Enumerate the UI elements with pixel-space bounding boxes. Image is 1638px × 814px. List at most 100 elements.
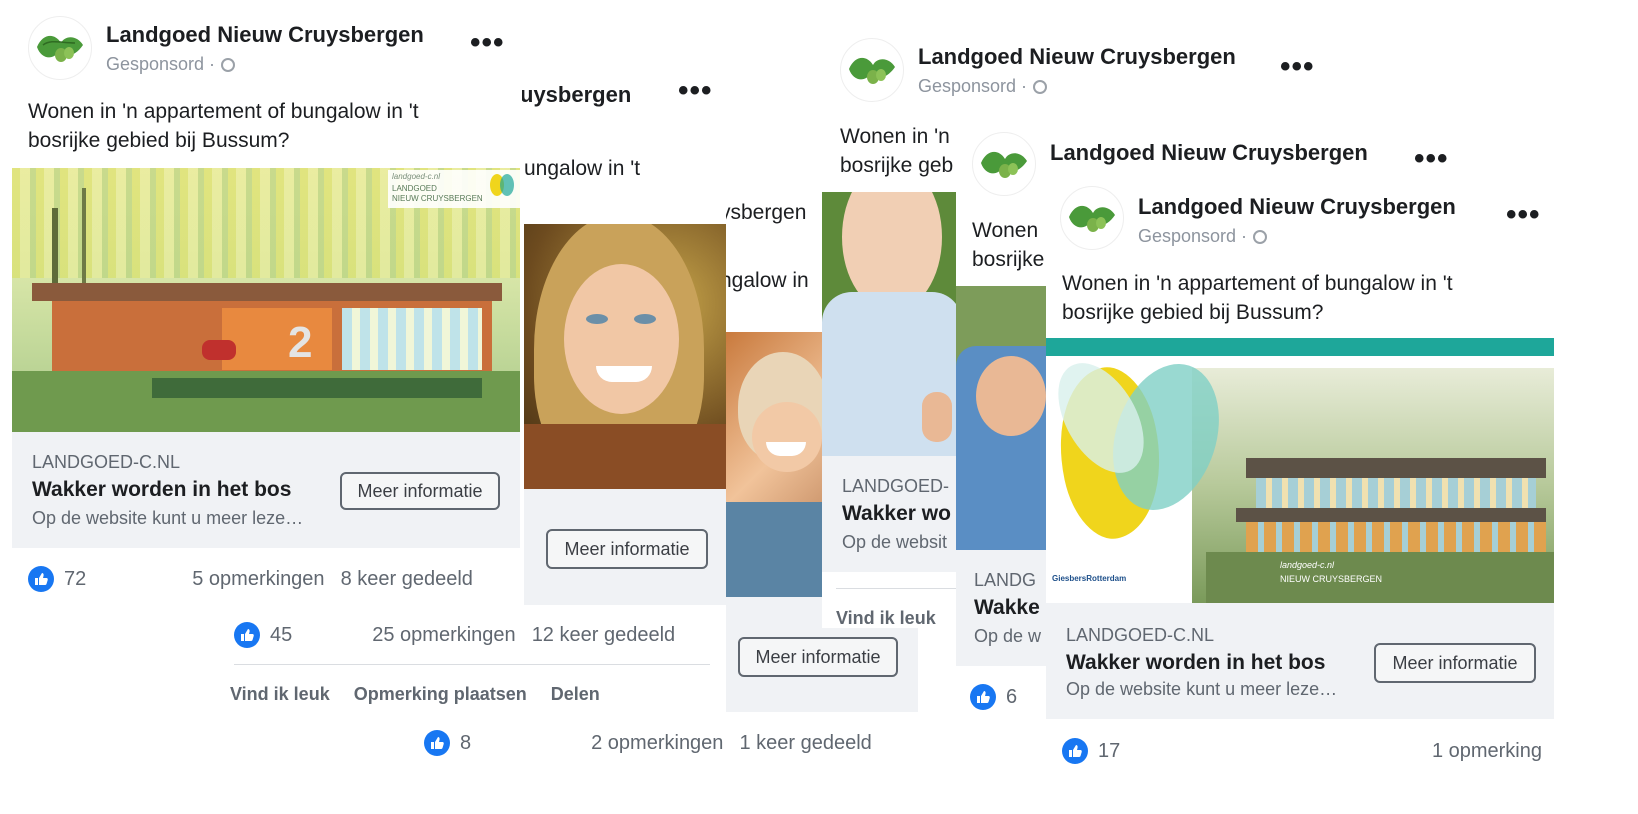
post-text-line-2: bosrijke geb (840, 154, 954, 177)
link-description: Op de websit (842, 532, 948, 552)
ad-image-bungalow-sketch[interactable]: 2 landgoed-c.nl LANDGOED NIEUW CRUYSBERG… (12, 168, 520, 432)
page-name[interactable]: Landgoed Nieuw Cruysbergen (918, 44, 1236, 70)
post-text-line-1: Wonen in 'n (840, 125, 950, 148)
more-info-button[interactable]: Meer informatie (738, 637, 898, 677)
comment-count[interactable]: 5 opmerkingen (192, 568, 324, 591)
post-text-line-1: Wonen in 'n appartement of bungalow in '… (1062, 272, 1453, 295)
post-text-fragment: Wonen in 'n bosrijke geb (840, 122, 953, 180)
post-text-line-2: bosrijke gebied bij Bussum? (1062, 301, 1324, 324)
link-domain: LANDGOED- (842, 476, 950, 496)
giesbers-logo: GiesbersRotterdam (1052, 574, 1127, 583)
link-description: Op de w (974, 626, 1042, 646)
sponsored-label: Gesponsord · (918, 76, 1236, 97)
post-text-line-2: bosrijke gebied bij Bussum? (28, 129, 290, 152)
more-options-icon[interactable]: ••• (470, 28, 505, 58)
more-options-icon[interactable]: ••• (1414, 144, 1449, 174)
link-preview[interactable]: LANDGOED-C.NL Wakker worden in het bos O… (1046, 603, 1554, 719)
oak-leaf-logo (1069, 205, 1115, 232)
sponsored-label: Gesponsord · (1138, 226, 1456, 247)
link-description: Op de website kunt u meer leze… (32, 508, 304, 528)
ad-image-man (822, 192, 962, 456)
post-text-line-2: bosrijke (972, 248, 1045, 271)
more-options-icon[interactable]: ••• (678, 76, 713, 106)
engagement-stats: 6 (970, 684, 1017, 710)
like-icon (424, 730, 450, 756)
logo-url: landgoed-c.nl (392, 172, 441, 181)
post-text-fragment: Wonen bosrijke (972, 216, 1044, 274)
like-count: 6 (1006, 685, 1018, 708)
link-description: Op de website kunt u meer leze… (1066, 679, 1338, 699)
ad-image-apartment-building[interactable]: GiesbersRotterdam landgoed-c.nl NIEUW CR… (1046, 338, 1554, 603)
globe-icon (221, 57, 236, 72)
avatar[interactable] (28, 16, 92, 80)
post-text-fragment: ysbergen (720, 201, 807, 224)
post-text: Wonen in 'n appartement of bungalow in '… (28, 97, 508, 155)
oak-leaf-logo (37, 35, 83, 62)
like-count: 8 (460, 731, 472, 754)
oak-leaf-logo (849, 57, 895, 84)
divider (836, 588, 962, 589)
page-name[interactable]: Landgoed Nieuw Cruysbergen (1050, 140, 1368, 166)
post-text-fragment: ungalow in 't (524, 157, 641, 180)
ad-image-man-2 (956, 286, 1046, 550)
comment-count[interactable]: 25 opmerkingen (372, 624, 515, 647)
action-bar: Vind ik leuk Opmerking plaatsen Delen (230, 684, 600, 705)
like-action[interactable]: Vind ik leuk (836, 608, 936, 628)
share-count[interactable]: 8 keer gedeeld (341, 568, 473, 591)
globe-icon (1033, 79, 1048, 94)
ad-image-woman (524, 224, 726, 489)
like-count: 72 (64, 567, 87, 590)
page-name-fragment: uysbergen (520, 82, 632, 107)
more-info-button[interactable]: Meer informatie (1374, 643, 1536, 683)
avatar[interactable] (972, 132, 1036, 196)
more-info-button[interactable]: Meer informatie (340, 472, 500, 510)
link-headline: Wakke (974, 596, 1040, 619)
page-name[interactable]: Landgoed Nieuw Cruysbergen (106, 22, 424, 48)
share-count[interactable]: 1 keer gedeeld (739, 732, 871, 755)
like-action[interactable]: Vind ik leuk (230, 684, 330, 705)
link-headline: Wakker worden in het bos (1066, 651, 1326, 674)
sponsored-text: Gesponsord · (1138, 226, 1248, 246)
avatar[interactable] (840, 38, 904, 102)
share-action[interactable]: Delen (551, 684, 600, 705)
engagement-stats: 45 25 opmerkingen 12 keer gedeeld (234, 622, 724, 648)
like-count: 17 (1098, 739, 1121, 762)
like-icon (970, 684, 996, 710)
post-header: Landgoed Nieuw Cruysbergen Gesponsord · (840, 38, 1236, 102)
logo-line: NIEUW CRUYSBERGEN (392, 194, 483, 203)
link-preview[interactable]: LANDGOED- Wakker wo Op de websit (822, 456, 962, 572)
logo-line: NIEUW CRUYSBERGEN (1280, 574, 1383, 584)
ad-card-1: Landgoed Nieuw Cruysbergen Gesponsord · … (12, 0, 522, 600)
like-icon (234, 622, 260, 648)
post-text-line-1: Wonen in 'n appartement of bungalow in '… (28, 100, 419, 123)
engagement-stats: 72 5 opmerkingen 8 keer gedeeld (28, 566, 518, 592)
more-options-icon[interactable]: ••• (1280, 52, 1315, 82)
more-info-button[interactable]: Meer informatie (546, 529, 708, 569)
post-text: Wonen in 'n appartement of bungalow in '… (1062, 269, 1542, 327)
link-domain: LANDG (974, 570, 1037, 590)
link-headline: Wakker worden in het bos (32, 478, 292, 501)
sponsored-text: Gesponsord · (918, 76, 1028, 96)
post-text-line-1: Wonen (972, 219, 1039, 242)
ad-card-6: Landgoed Nieuw Cruysbergen Gesponsord · … (1046, 176, 1556, 814)
sponsored-text: Gesponsord · (106, 54, 216, 74)
comment-count[interactable]: 2 opmerkingen (591, 732, 723, 755)
comment-count[interactable]: 1 opmerking (1432, 740, 1542, 763)
like-count: 45 (270, 623, 293, 646)
post-header: Landgoed Nieuw Cruysbergen Gesponsord · (1060, 186, 1456, 250)
engagement-stats: 8 2 opmerkingen 1 keer gedeeld (424, 730, 904, 756)
link-headline: Wakker wo (842, 502, 951, 525)
link-preview[interactable]: LANDGOED-C.NL Wakker worden in het bos O… (12, 432, 520, 548)
more-options-icon[interactable]: ••• (1506, 200, 1541, 230)
link-preview[interactable]: LANDG Wakke Op de w (956, 550, 1046, 666)
globe-icon (1253, 229, 1268, 244)
page-name[interactable]: Landgoed Nieuw Cruysbergen (1138, 194, 1456, 220)
post-text-fragment: ngalow in (720, 269, 809, 292)
logo-line: LANDGOED (392, 184, 437, 193)
avatar[interactable] (1060, 186, 1124, 250)
house-number: 2 (288, 318, 313, 367)
comment-action[interactable]: Opmerking plaatsen (354, 684, 527, 705)
engagement-stats: 17 1 opmerking (1062, 738, 1542, 764)
action-bar: Vind ik leuk (836, 608, 936, 628)
share-count[interactable]: 12 keer gedeeld (532, 624, 675, 647)
